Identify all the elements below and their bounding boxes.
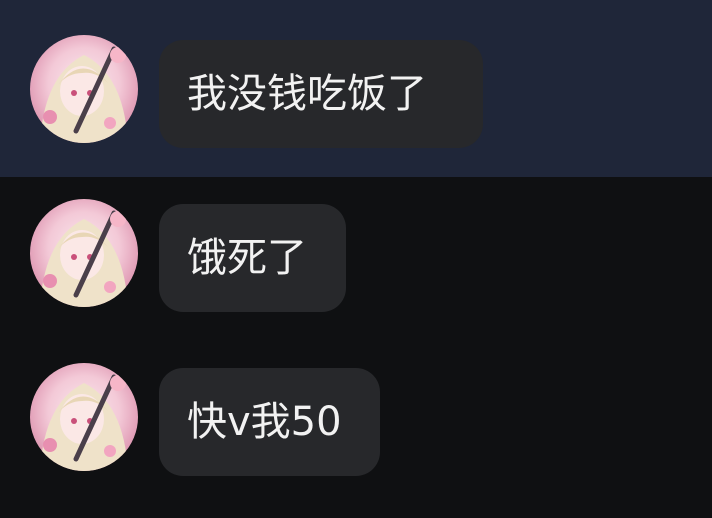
chat-message-list: 我没钱吃饭了 饿死了 快v我50 <box>0 0 712 518</box>
anime-girl-avatar-icon <box>30 199 138 307</box>
avatar[interactable] <box>30 363 138 471</box>
message-row[interactable]: 我没钱吃饭了 <box>0 0 712 177</box>
avatar[interactable] <box>30 199 138 307</box>
anime-girl-avatar-icon <box>30 35 138 143</box>
message-row[interactable]: 饿死了 <box>0 177 712 341</box>
anime-girl-avatar-icon <box>30 363 138 471</box>
avatar[interactable] <box>30 35 138 143</box>
message-bubble[interactable]: 饿死了 <box>159 204 346 312</box>
message-bubble[interactable]: 快v我50 <box>159 368 380 476</box>
message-row[interactable]: 快v我50 <box>0 341 712 518</box>
message-bubble[interactable]: 我没钱吃饭了 <box>159 40 483 148</box>
